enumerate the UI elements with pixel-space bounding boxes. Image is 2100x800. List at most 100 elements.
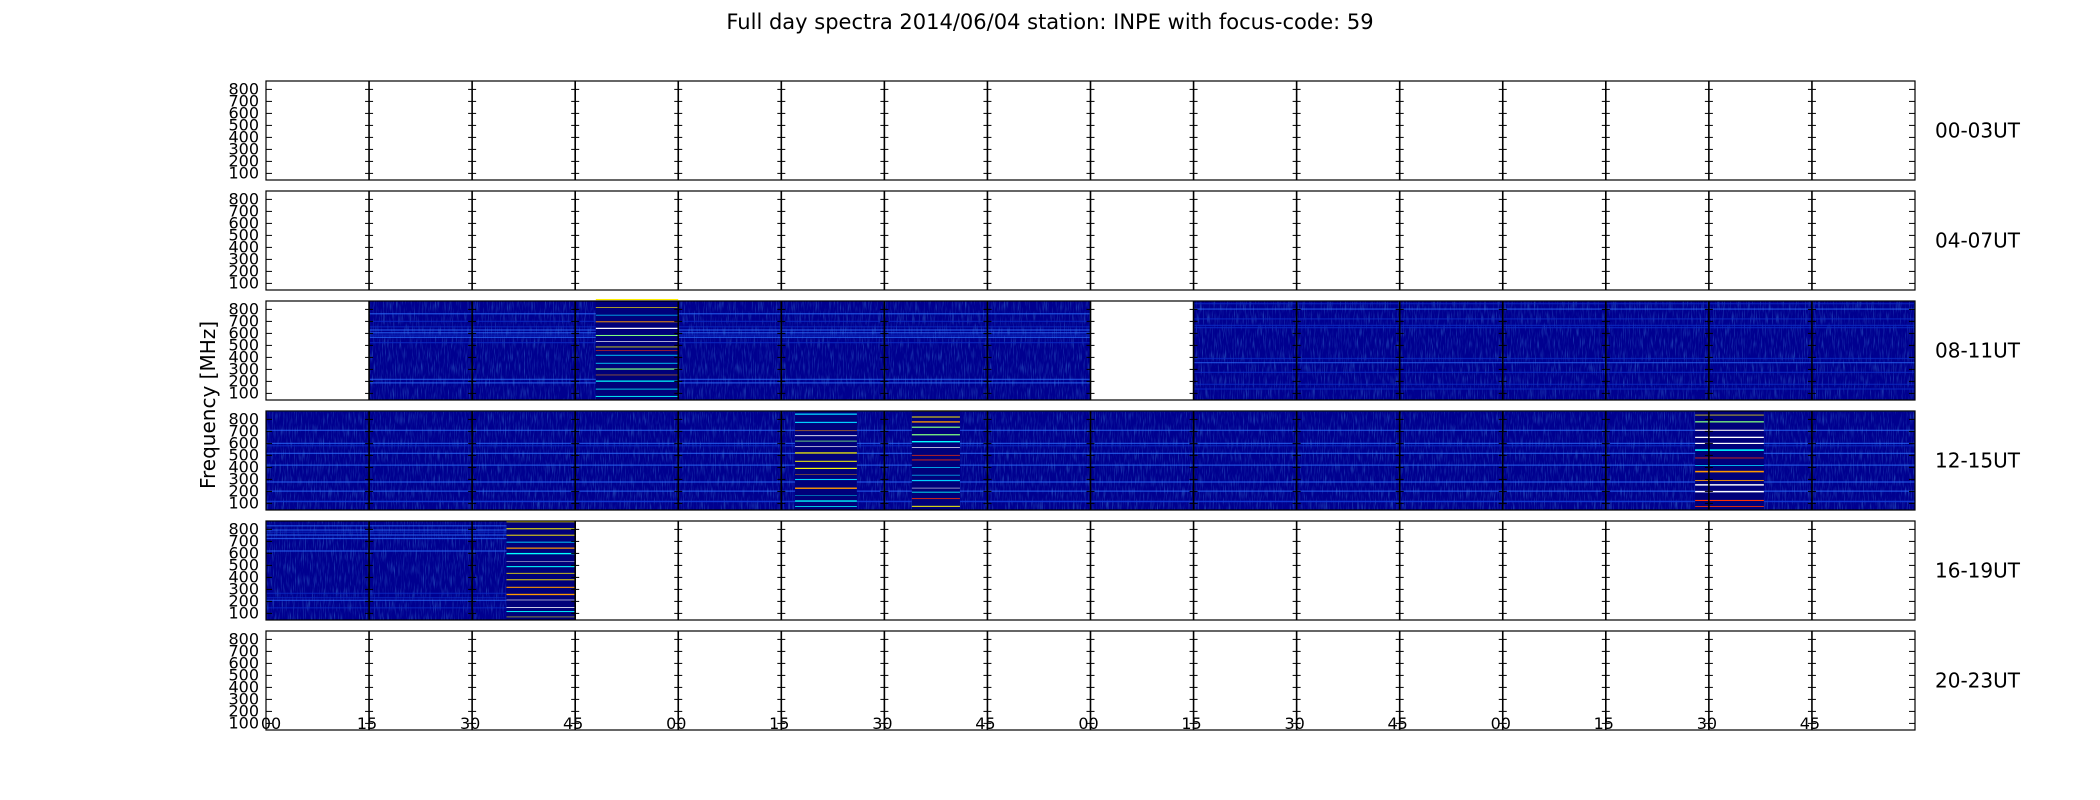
burst-band — [595, 354, 679, 356]
burst-band — [795, 460, 857, 462]
burst-band — [506, 572, 576, 574]
burst-band — [1695, 506, 1764, 507]
x-tick-label: 30 — [872, 714, 892, 733]
panel-row: 10020030040050060070080020-23UT — [228, 629, 2020, 732]
burst-band — [595, 346, 679, 348]
y-tick-label: 800 — [228, 409, 259, 428]
burst-band — [595, 327, 679, 329]
burst-band — [911, 454, 960, 456]
burst-band — [506, 528, 576, 530]
burst-base — [506, 521, 576, 620]
panel-row: 10020030040050060070080012-15UT — [228, 409, 2020, 512]
y-tick-label: 800 — [228, 299, 259, 318]
x-tick-label: 45 — [975, 714, 995, 733]
burst-band — [1695, 421, 1764, 423]
burst-band — [506, 611, 576, 613]
row-time-label: 16-19UT — [1935, 559, 2021, 583]
panel-row: 10020030040050060070080004-07UT — [228, 189, 2020, 292]
x-tick-label: 00 — [1491, 714, 1511, 733]
burst-band — [911, 421, 960, 423]
burst-band — [1695, 499, 1764, 502]
burst-band — [911, 426, 960, 428]
row-time-label: 04-07UT — [1935, 229, 2021, 253]
burst-band — [911, 491, 960, 493]
burst-band — [911, 505, 960, 507]
burst-band — [795, 487, 857, 489]
burst-band — [795, 446, 857, 448]
burst-band — [506, 566, 576, 568]
x-tick-label: 30 — [1697, 714, 1717, 733]
burst-band — [1695, 436, 1764, 439]
x-tick-label: 00 — [261, 714, 281, 733]
burst-band — [506, 534, 576, 536]
x-tick-label: 00 — [666, 714, 686, 733]
y-tick-label: 800 — [228, 79, 259, 98]
panel-row: 10020030040050060070080008-11UT — [228, 298, 2021, 402]
burst-band — [595, 341, 679, 342]
burst-band — [595, 298, 679, 301]
row-time-label: 12-15UT — [1935, 449, 2021, 473]
burst-base — [795, 411, 857, 510]
burst-band — [795, 506, 857, 507]
burst-band — [795, 430, 857, 432]
row-time-label: 00-03UT — [1935, 119, 2021, 143]
burst-band — [595, 307, 679, 308]
x-tick-label: 45 — [563, 714, 583, 733]
burst-band — [595, 314, 679, 316]
burst-band — [911, 441, 960, 443]
burst-band — [911, 447, 960, 448]
burst-band — [911, 434, 960, 436]
burst-band — [911, 498, 960, 500]
burst-band — [506, 593, 576, 596]
burst-band — [506, 521, 576, 523]
burst-band — [1695, 479, 1764, 481]
x-tick-label: 30 — [1284, 714, 1304, 733]
burst-band — [506, 552, 576, 555]
burst-band — [1695, 465, 1764, 466]
burst-band — [795, 467, 857, 469]
row-time-label: 20-23UT — [1935, 669, 2021, 693]
burst-band — [911, 459, 960, 461]
burst-band — [1695, 414, 1764, 416]
burst-band — [595, 362, 679, 364]
spectra-plot: Frequency [MHz] 100200300400500600700800… — [196, 79, 2021, 733]
burst-band — [595, 321, 679, 323]
burst-band — [1695, 484, 1764, 486]
burst-band — [595, 368, 679, 370]
burst-band — [911, 474, 960, 476]
burst-band — [1695, 449, 1764, 451]
y-axis-label: Frequency [MHz] — [196, 321, 220, 489]
x-tick-label: 45 — [1388, 714, 1408, 733]
x-tick-label: 00 — [1078, 714, 1098, 733]
burst-band — [595, 334, 679, 336]
burst-band — [795, 500, 857, 502]
burst-band — [911, 479, 960, 482]
x-tick-label: 30 — [460, 714, 480, 733]
burst-base — [1695, 411, 1764, 510]
x-tick-label: 15 — [357, 714, 377, 733]
burst-band — [595, 380, 679, 382]
row-time-label: 08-11UT — [1935, 339, 2021, 363]
burst-band — [506, 541, 576, 543]
burst-band — [795, 421, 857, 424]
spectrum-noise — [369, 301, 1091, 400]
burst-band — [795, 413, 857, 415]
burst-band — [795, 440, 857, 442]
burst-band — [795, 435, 857, 437]
burst-band — [595, 388, 679, 390]
burst-band — [506, 579, 576, 581]
x-tick-label: 45 — [1800, 714, 1820, 733]
burst-band — [911, 487, 960, 489]
y-tick-label: 800 — [228, 519, 259, 538]
burst-band — [506, 599, 576, 601]
burst-band — [595, 395, 679, 397]
x-tick-label: 15 — [769, 714, 789, 733]
burst-band — [595, 350, 679, 351]
burst-band — [911, 416, 960, 418]
burst-band — [506, 547, 576, 549]
y-tick-label: 800 — [228, 189, 259, 208]
panel-row: 10020030040050060070080000-03UT — [228, 79, 2020, 182]
burst-band — [795, 478, 857, 481]
burst-band — [911, 467, 960, 468]
burst-base — [911, 411, 960, 510]
